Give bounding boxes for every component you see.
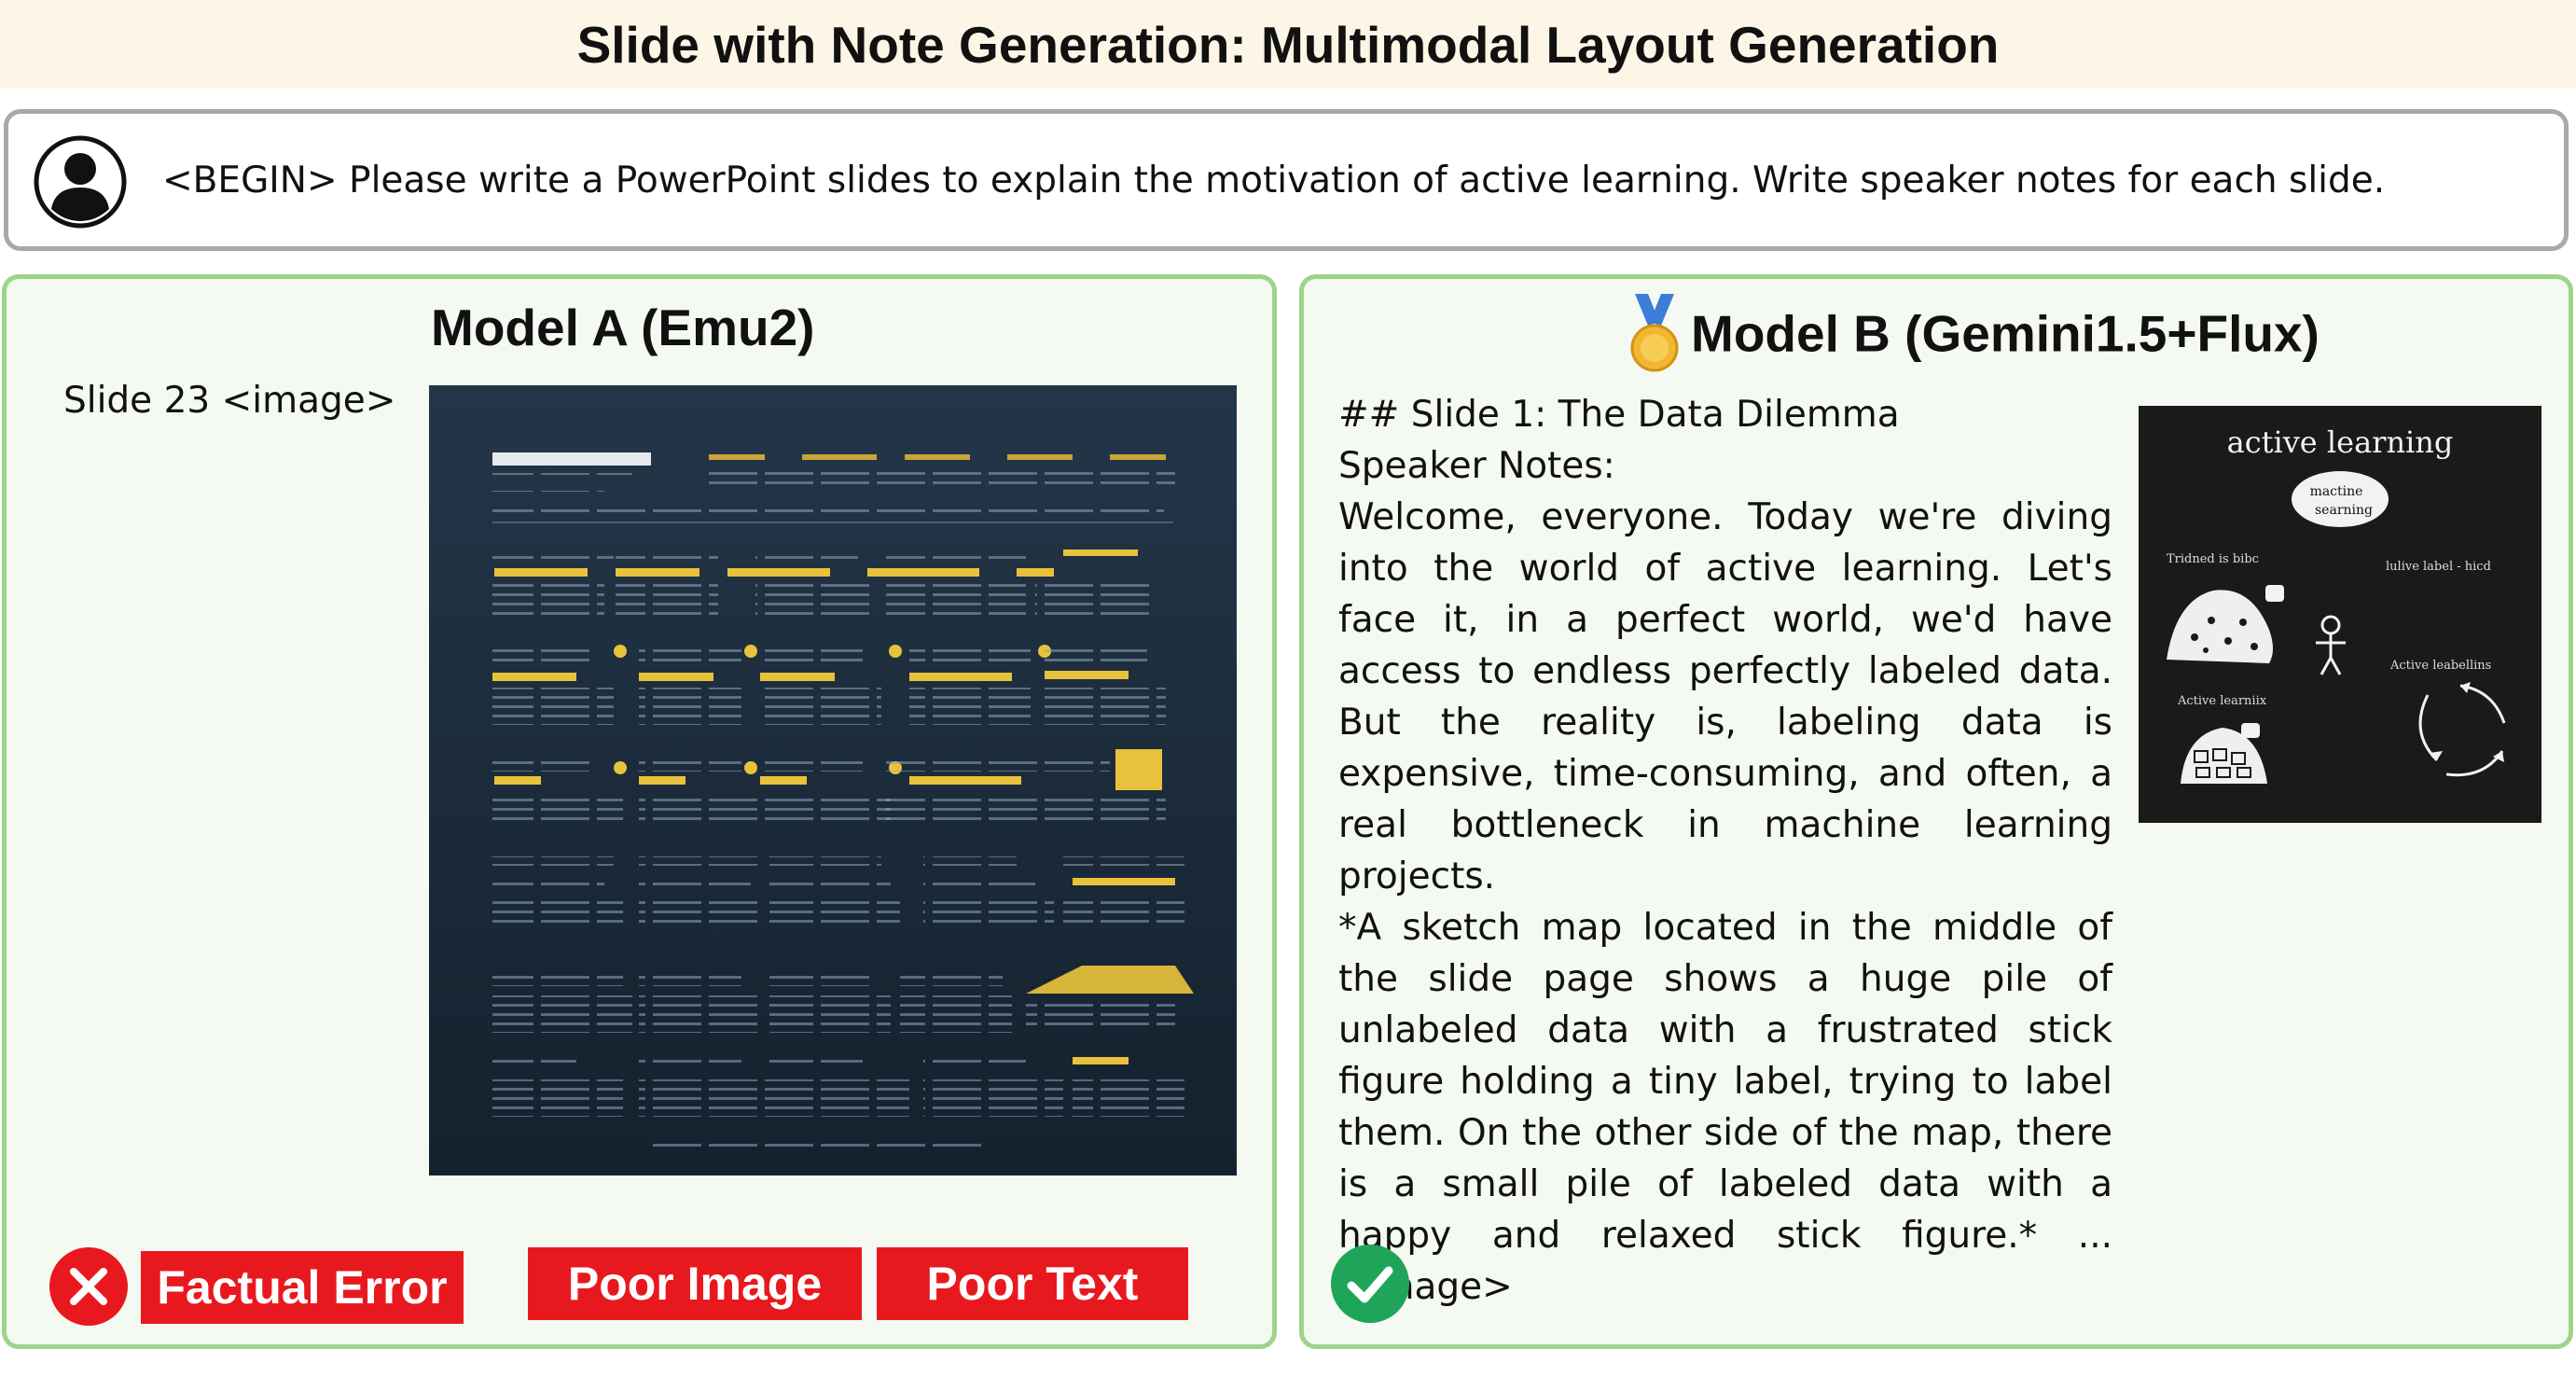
speaker-notes-label: Speaker Notes:: [1338, 445, 1615, 487]
prompt-text: <BEGIN> Please write a PowerPoint slides…: [162, 159, 2386, 202]
model-b-title-row: Model B (Gemini1.5+Flux): [1626, 294, 2320, 378]
sketch-bubble-line1: mactine: [2310, 484, 2363, 499]
active-learning-sketch-image: active learning mactine searning Tridned…: [2139, 406, 2541, 823]
poor-text-tag: Poor Text: [877, 1247, 1188, 1320]
x-circle-icon: [49, 1247, 128, 1326]
prompt-box: <BEGIN> Please write a PowerPoint slides…: [4, 109, 2569, 251]
model-b-title: Model B (Gemini1.5+Flux): [1691, 304, 2320, 363]
generated-slide-image: [429, 385, 1237, 1175]
user-avatar-icon: [34, 135, 127, 229]
sketch-label-lower-right: Active leabellins: [2389, 659, 2491, 673]
slide-heading: ## Slide 1: The Data Dilemma: [1338, 394, 1900, 436]
poor-image-tag: Poor Image: [528, 1247, 862, 1320]
page-title: Slide with Note Generation: Multimodal L…: [576, 15, 2000, 74]
title-bar: Slide with Note Generation: Multimodal L…: [0, 0, 2576, 89]
factual-error-tag: Factual Error: [141, 1251, 464, 1324]
model-a-panel: Model A (Emu2) Slide 23 <image> Factual …: [2, 274, 1277, 1349]
sketch-label-lower-left: Active learniix: [2177, 694, 2267, 708]
speaker-notes-body: Welcome, everyone. Today we're diving in…: [1338, 496, 2112, 897]
gold-medal-icon: [1630, 294, 1679, 372]
model-a-title: Model A (Emu2): [431, 299, 815, 356]
model-b-panel: Model B (Gemini1.5+Flux) ## Slide 1: The…: [1299, 274, 2573, 1349]
model-a-slide-label: Slide 23 <image>: [63, 380, 396, 422]
image-description: *A sketch map located in the middle of t…: [1338, 907, 2112, 1308]
sketch-label-right: lulive label - hicd: [2386, 560, 2491, 574]
sketch-label-left: Tridned is bibc: [2167, 552, 2259, 566]
sketch-bubble-line2: searning: [2315, 503, 2373, 518]
check-circle-icon: [1331, 1245, 1409, 1323]
sketch-title: active learning: [2227, 424, 2454, 460]
speaker-notes: ## Slide 1: The Data Dilemma Speaker Not…: [1338, 389, 2112, 1313]
